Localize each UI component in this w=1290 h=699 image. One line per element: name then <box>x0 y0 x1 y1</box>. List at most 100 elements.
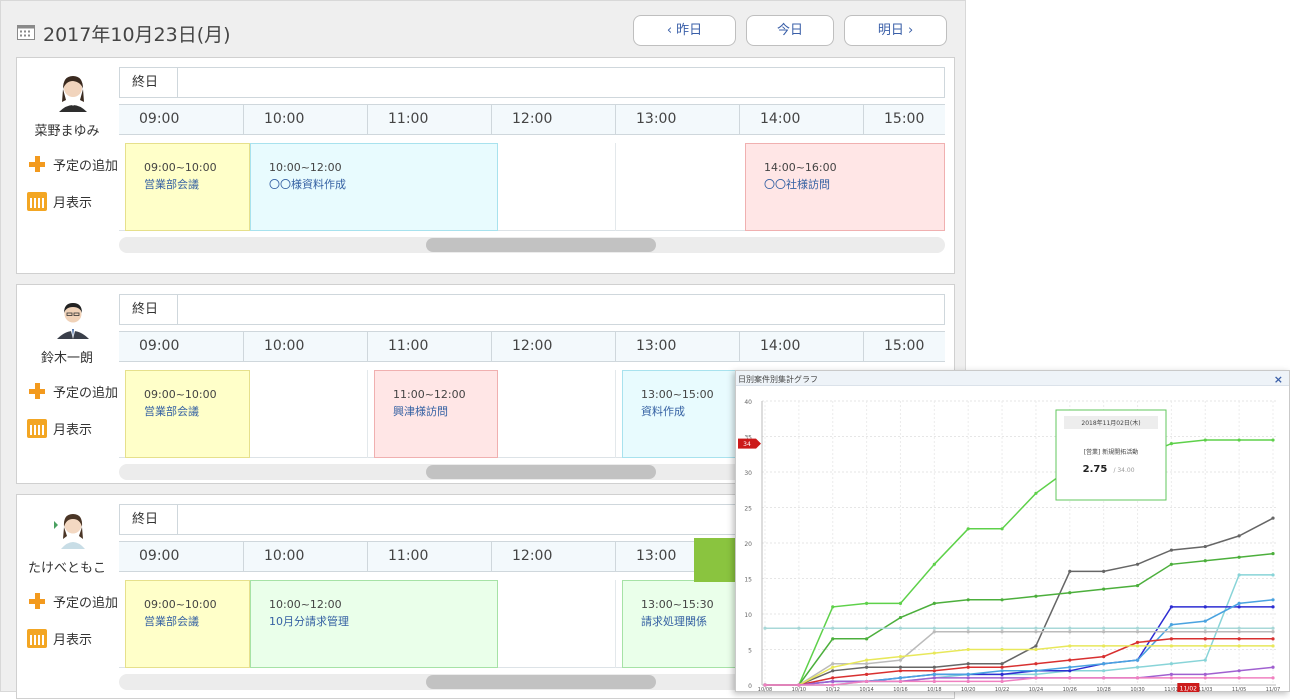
x-tick-label: 11/03 <box>1198 687 1212 692</box>
event-title: 興津様訪問 <box>393 405 448 418</box>
event-title: 営業部会議 <box>144 405 199 418</box>
data-point <box>1000 672 1004 676</box>
data-point <box>898 615 903 620</box>
data-point <box>1203 626 1207 630</box>
allday-row[interactable]: 終日 <box>119 67 945 98</box>
calendar-icon <box>27 629 47 648</box>
data-point <box>1068 676 1072 680</box>
data-point <box>1203 559 1207 563</box>
data-point <box>966 662 970 666</box>
data-point <box>966 647 970 652</box>
data-point <box>1237 534 1241 538</box>
today-button[interactable]: 今日 <box>746 15 834 46</box>
event-block[interactable]: 10:00~12:00 10月分請求管理 <box>250 580 498 668</box>
x-tick-label: 11/01 <box>1164 687 1178 692</box>
data-point <box>1102 644 1106 648</box>
data-point <box>898 669 903 673</box>
add-event-label: 予定の追加 <box>53 595 119 611</box>
line-chart: 051015202530354010/08 10/10 10/12 10/14 10/1… <box>738 399 1280 692</box>
data-point <box>1135 630 1140 634</box>
time-label: 14:00 <box>739 332 863 361</box>
event-time: 09:00~10:00 <box>144 161 217 174</box>
data-point <box>1271 516 1275 520</box>
data-point <box>1102 587 1106 591</box>
next-day-button[interactable]: 明日 › <box>844 15 947 46</box>
scrollbar-thumb[interactable] <box>426 465 656 479</box>
data-point <box>1237 630 1241 634</box>
time-label: 11:00 <box>367 542 491 571</box>
data-point <box>831 605 835 609</box>
data-point <box>932 601 936 605</box>
y-tick-label: 20 <box>744 541 752 548</box>
data-point <box>1203 672 1207 676</box>
data-point <box>1271 626 1275 630</box>
event-block[interactable]: 09:00~10:00 営業部会議 <box>125 143 250 231</box>
data-point <box>1271 637 1275 641</box>
data-point <box>1102 669 1106 673</box>
time-label: 14:00 <box>739 105 863 134</box>
month-view-button[interactable]: 月表示 <box>27 629 92 648</box>
plus-icon <box>27 381 47 401</box>
data-point <box>797 626 801 630</box>
data-point <box>1169 562 1173 566</box>
time-label: 13:00 <box>615 105 739 134</box>
event-block[interactable]: 09:00~10:00 営業部会議 <box>125 580 250 668</box>
event-block[interactable]: 10:00~12:00 〇〇様資料作成 <box>250 143 498 231</box>
data-point <box>865 665 869 669</box>
scrollbar-thumb[interactable] <box>426 238 656 252</box>
month-view-button[interactable]: 月表示 <box>27 419 92 438</box>
add-event-button[interactable]: 予定の追加 <box>27 591 118 611</box>
data-point <box>1169 637 1173 641</box>
time-label: 10:00 <box>243 105 367 134</box>
close-icon[interactable]: × <box>1274 373 1283 386</box>
add-event-button[interactable]: 予定の追加 <box>27 154 118 174</box>
data-point <box>1169 605 1173 609</box>
calendar-icon <box>17 25 35 40</box>
time-slots[interactable]: 09:00~10:00 営業部会議 10:00~12:00 〇〇様資料作成 14… <box>119 143 945 231</box>
data-point <box>1169 676 1173 680</box>
data-point <box>932 676 936 680</box>
prev-day-button[interactable]: ‹ 昨日 <box>633 15 736 46</box>
data-point <box>932 651 936 655</box>
add-event-button[interactable]: 予定の追加 <box>27 381 118 401</box>
time-label: 10:00 <box>243 542 367 571</box>
x-tick-label: 10/12 <box>826 687 840 692</box>
data-point <box>1034 594 1038 598</box>
allday-label: 終日 <box>120 505 178 534</box>
slot-divider <box>615 143 616 231</box>
data-point <box>966 665 970 669</box>
y-tick-label: 10 <box>744 612 752 619</box>
data-point <box>831 665 835 669</box>
data-point <box>1068 658 1072 662</box>
event-time: 09:00~10:00 <box>144 598 217 611</box>
tooltip-series: [営業] 新規開拓活動 <box>1084 448 1139 456</box>
data-point <box>1000 662 1004 666</box>
event-block[interactable]: 09:00~10:00 営業部会議 <box>125 370 250 458</box>
x-tick-label: 10/28 <box>1096 687 1110 692</box>
allday-row[interactable]: 終日 <box>119 294 945 325</box>
event-title: 〇〇様資料作成 <box>269 178 346 191</box>
month-view-label: 月表示 <box>53 633 93 648</box>
x-tick-label: 11/05 <box>1232 687 1246 692</box>
data-point <box>1271 598 1275 602</box>
event-block[interactable]: 11:00~12:00 興津様訪問 <box>374 370 498 458</box>
chart-tooltip: 2018年11月02日(木) [営業] 新規開拓活動 2.75 / 34.00 <box>1055 409 1167 501</box>
data-point <box>831 676 835 680</box>
add-event-label: 予定の追加 <box>53 158 119 174</box>
data-point <box>1102 655 1106 659</box>
time-label: 12:00 <box>491 332 615 361</box>
scrollbar-thumb[interactable] <box>426 675 656 689</box>
data-point <box>1135 665 1140 669</box>
data-point <box>1203 658 1207 662</box>
avatar <box>51 509 95 549</box>
event-block[interactable]: 14:00~16:00 〇〇社様訪問 <box>745 143 945 231</box>
month-view-button[interactable]: 月表示 <box>27 192 92 211</box>
horizontal-scrollbar[interactable] <box>119 237 945 253</box>
y-tick-label: 15 <box>744 577 752 584</box>
data-point <box>1135 640 1140 644</box>
data-point <box>1237 555 1241 559</box>
data-point <box>966 626 970 630</box>
data-point <box>865 658 869 662</box>
data-point <box>898 665 903 669</box>
chart-window-title: 日別案件別集計グラフ <box>738 375 818 384</box>
